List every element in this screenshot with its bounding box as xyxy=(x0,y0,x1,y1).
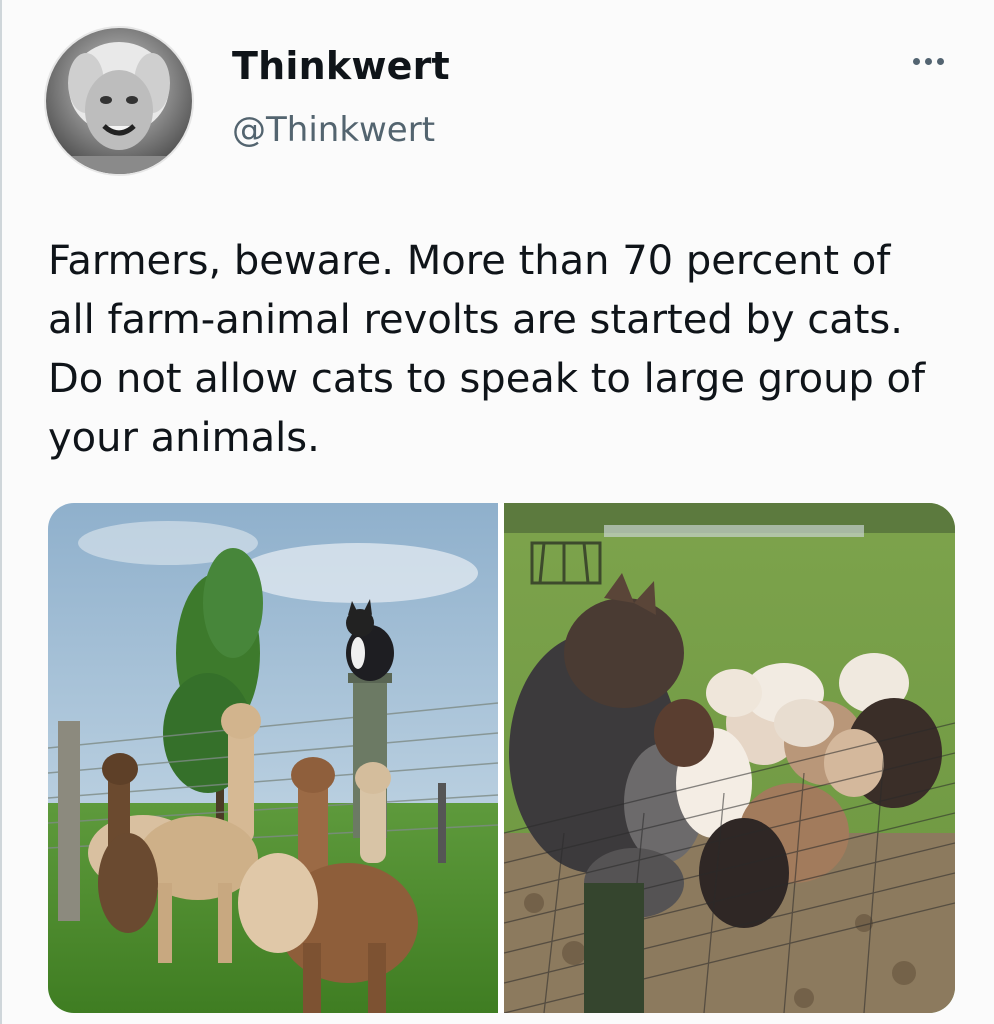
photo-alpacas-cat[interactable] xyxy=(48,503,498,1013)
author-handle[interactable]: @Thinkwert xyxy=(232,110,435,150)
photo-sheep-cat[interactable] xyxy=(504,503,955,1013)
dot xyxy=(924,57,932,65)
avatar[interactable] xyxy=(46,28,192,174)
sheep-cat-image xyxy=(504,503,955,1013)
media-grid xyxy=(48,503,955,1013)
dot xyxy=(936,57,944,65)
author-display-name[interactable]: Thinkwert xyxy=(232,44,450,88)
tweet-text: Farmers, beware. More than 70 percent of… xyxy=(48,238,926,461)
more-options-icon[interactable] xyxy=(906,46,950,76)
dot xyxy=(912,57,920,65)
tweet-card: Thinkwert @Thinkwert Farmers, beware. Mo… xyxy=(0,0,994,1024)
alpacas-cat-image xyxy=(48,503,498,1013)
avatar-image xyxy=(46,28,192,174)
